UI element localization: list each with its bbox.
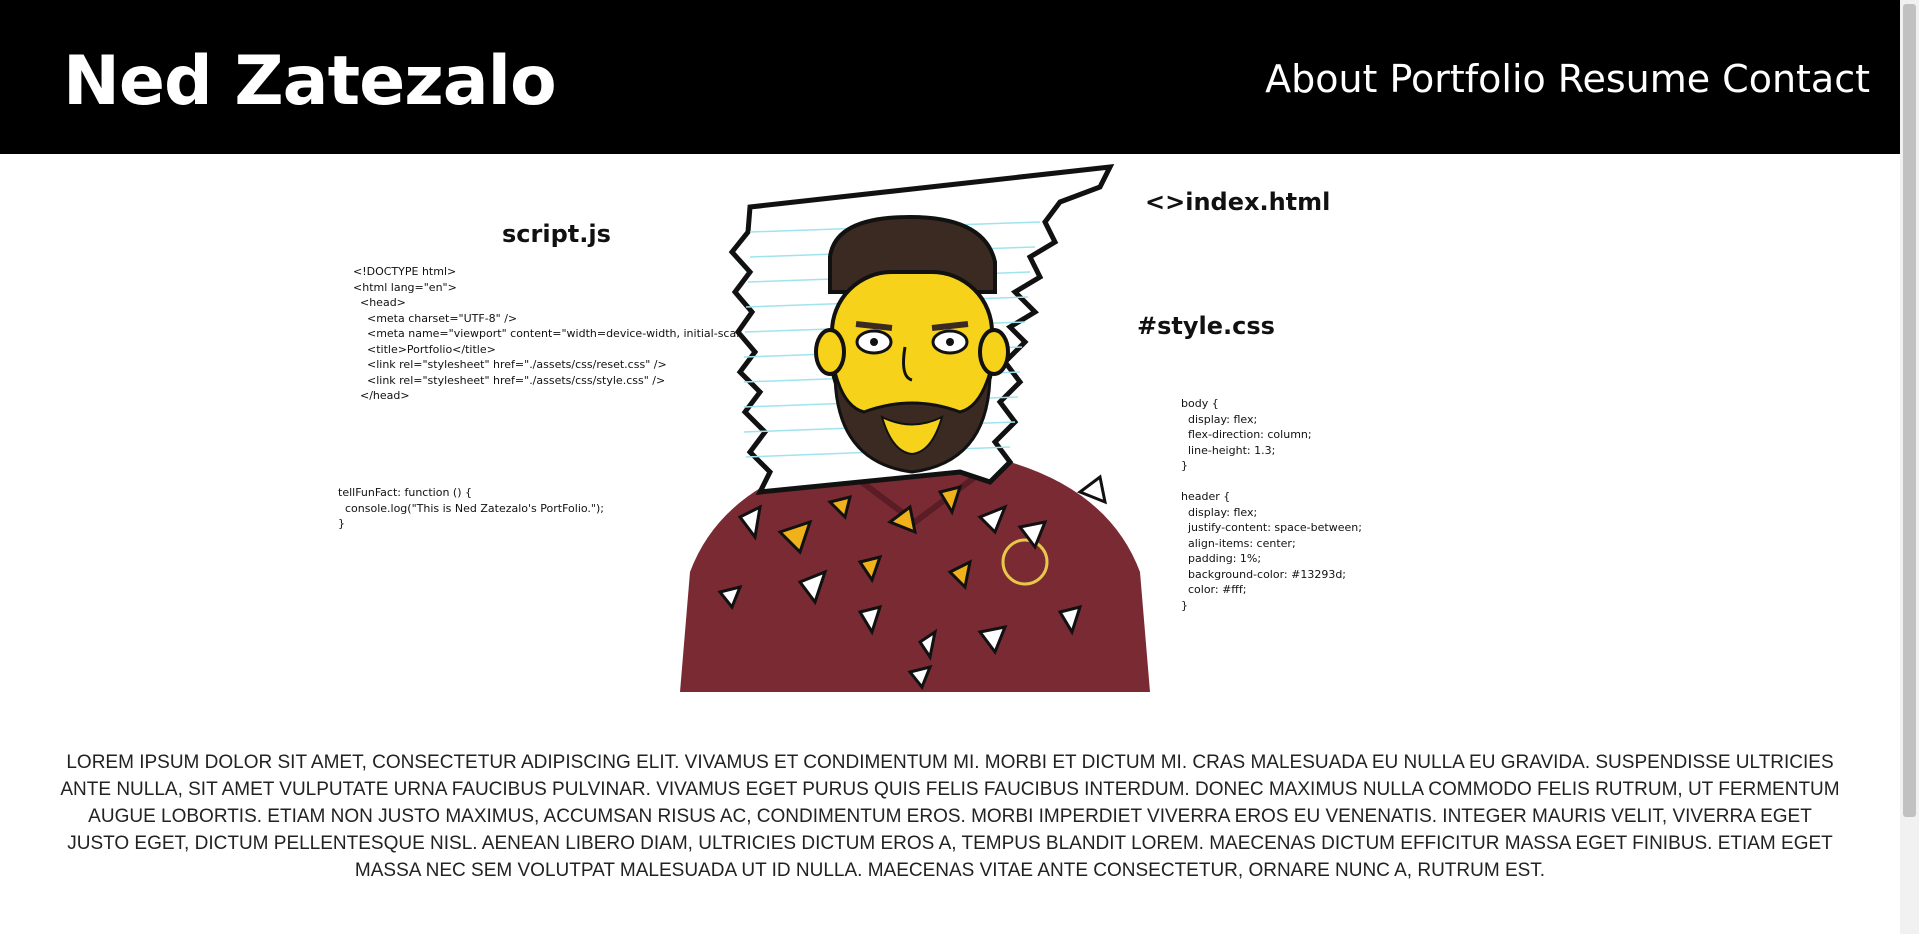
css-code-snippet: body { display: flex; flex-direction: co… (1181, 397, 1362, 612)
portrait-illustration (680, 164, 1150, 692)
hero-collage: script.js <!DOCTYPE html> <html lang="en… (320, 154, 1390, 699)
about-paragraph: Lorem ipsum dolor sit amet, consectetur … (60, 752, 1840, 881)
site-title: Ned Zatezalo (63, 42, 557, 121)
page-scrollbar[interactable] (1900, 0, 1919, 934)
site-header: Ned Zatezalo About Portfolio Resume Cont… (0, 0, 1900, 154)
nav-resume-link[interactable]: Resume (1558, 52, 1710, 106)
scrollbar-thumb[interactable] (1903, 4, 1916, 817)
index-html-title: <>index.html (1145, 188, 1331, 216)
nav-contact-link[interactable]: Contact (1722, 52, 1870, 106)
script-js-title: script.js (502, 220, 611, 248)
js-code-snippet: tellFunFact: function () { console.log("… (338, 486, 604, 530)
style-css-title: #style.css (1137, 312, 1275, 340)
nav-portfolio-link[interactable]: Portfolio (1389, 52, 1545, 106)
nav-about-link[interactable]: About (1265, 52, 1377, 106)
portrait-image (660, 162, 1170, 692)
main-nav: About Portfolio Resume Contact (1265, 52, 1870, 106)
